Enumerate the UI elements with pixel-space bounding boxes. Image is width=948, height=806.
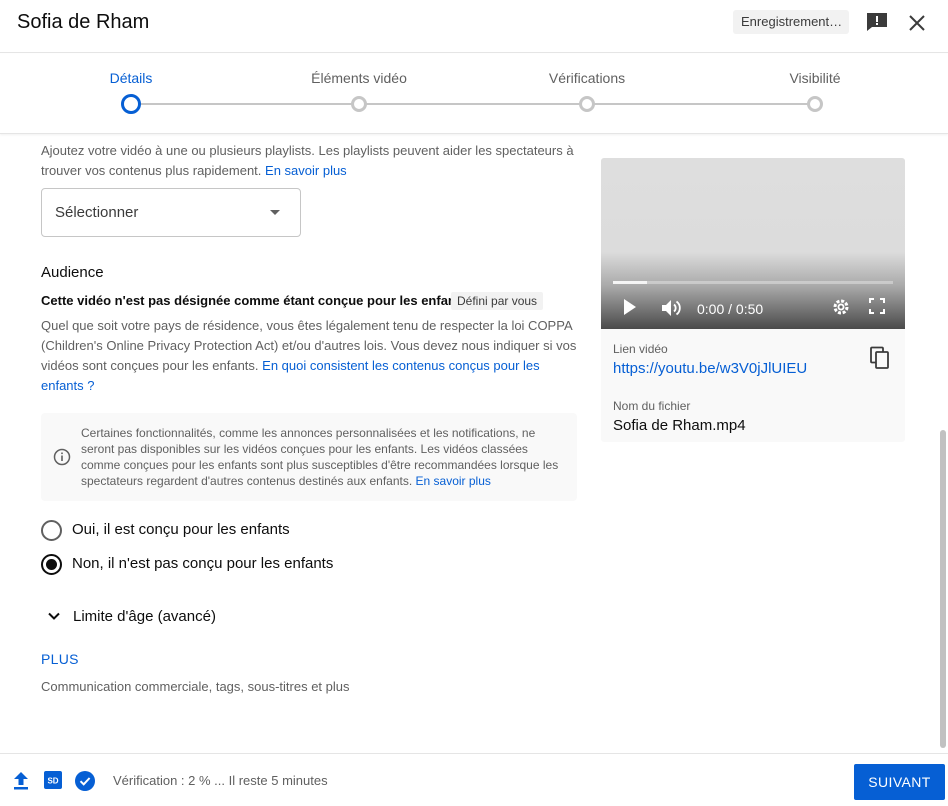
fullscreen-icon[interactable] — [869, 298, 885, 314]
info-learn-more-link[interactable]: En savoir plus — [416, 474, 491, 488]
audience-title: Audience — [41, 264, 104, 281]
step-label-details[interactable]: Détails — [110, 70, 153, 86]
playlist-select[interactable]: Sélectionner — [41, 188, 301, 237]
step-label-video-elements[interactable]: Éléments vidéo — [311, 70, 407, 86]
radio-label-yes[interactable]: Oui, il est conçu pour les enfants — [72, 521, 290, 538]
video-progress-fill — [613, 281, 647, 284]
sd-quality-icon[interactable]: SD — [44, 771, 62, 789]
info-box-text: Certaines fonctionnalités, comme les ann… — [81, 425, 561, 489]
video-progress-bar[interactable] — [613, 281, 893, 284]
step-label-visibility[interactable]: Visibilité — [789, 70, 840, 86]
playlist-learn-more-link[interactable]: En savoir plus — [265, 163, 347, 178]
file-name: Sofia de Rham.mp4 — [613, 417, 746, 434]
dialog-footer: SD Vérification : 2 % ... Il reste 5 min… — [0, 753, 948, 806]
chevron-down-icon — [48, 612, 60, 620]
radio-made-for-kids-no[interactable]: Non, il n'est pas conçu pour les enfants — [41, 554, 361, 578]
check-circle-icon[interactable] — [75, 771, 95, 791]
video-preview-card: 0:00 / 0:50 Lien vidéo https://youtu.be/… — [601, 158, 905, 442]
radio-made-for-kids-yes[interactable]: Oui, il est conçu pour les enfants — [41, 520, 341, 544]
upload-status-text: Vérification : 2 % ... Il reste 5 minute… — [113, 773, 328, 788]
info-icon — [53, 448, 71, 466]
video-time: 0:00 / 0:50 — [697, 301, 764, 317]
show-more-button[interactable]: PLUS — [41, 651, 79, 667]
copy-icon[interactable] — [869, 346, 891, 370]
upload-stepper: Détails Éléments vidéo Vérifications Vis… — [0, 54, 948, 134]
sd-badge-text: SD — [47, 777, 58, 786]
dialog-header: Sofia de Rham Enregistrement… — [0, 0, 948, 53]
radio-button-no[interactable] — [41, 554, 62, 575]
video-player[interactable]: 0:00 / 0:50 — [601, 158, 905, 329]
radio-label-no[interactable]: Non, il n'est pas conçu pour les enfants — [72, 555, 333, 572]
caret-down-icon — [270, 210, 280, 215]
made-for-kids-info-box: Certaines fonctionnalités, comme les ann… — [41, 413, 577, 501]
step-dot-details[interactable] — [121, 94, 141, 114]
volume-icon[interactable] — [661, 298, 683, 318]
upload-icon[interactable] — [12, 771, 30, 791]
video-link-label: Lien vidéo — [613, 342, 668, 356]
next-button[interactable]: SUIVANT — [854, 764, 945, 800]
play-icon[interactable] — [623, 298, 637, 316]
step-label-checks[interactable]: Vérifications — [549, 70, 625, 86]
close-icon[interactable] — [906, 12, 928, 34]
step-dot-checks[interactable] — [579, 96, 595, 112]
feedback-icon[interactable] — [866, 12, 888, 32]
step-dot-video-elements[interactable] — [351, 96, 367, 112]
radio-button-yes[interactable] — [41, 520, 62, 541]
file-name-label: Nom du fichier — [613, 399, 691, 413]
stepper-line — [131, 103, 815, 105]
settings-gear-icon[interactable] — [832, 298, 850, 316]
video-link[interactable]: https://youtu.be/w3V0jJlUIEU — [613, 360, 807, 377]
saving-status-chip: Enregistrement… — [733, 10, 849, 34]
playlist-select-value: Sélectionner — [55, 204, 139, 221]
age-restriction-label[interactable]: Limite d'âge (avancé) — [73, 608, 216, 625]
audience-status-text: Cette vidéo n'est pas désignée comme éta… — [41, 293, 468, 308]
scrollbar[interactable] — [940, 430, 946, 748]
playlist-description: Ajoutez votre vidéo à une ou plusieurs p… — [41, 141, 581, 181]
defined-by-you-chip: Défini par vous — [451, 292, 544, 310]
show-more-description: Communication commerciale, tags, sous-ti… — [41, 679, 350, 694]
step-dot-visibility[interactable] — [807, 96, 823, 112]
age-restriction-toggle[interactable]: Limite d'âge (avancé) — [41, 605, 341, 629]
coppa-description: Quel que soit votre pays de résidence, v… — [41, 316, 581, 396]
dialog-title: Sofia de Rham — [17, 11, 150, 33]
